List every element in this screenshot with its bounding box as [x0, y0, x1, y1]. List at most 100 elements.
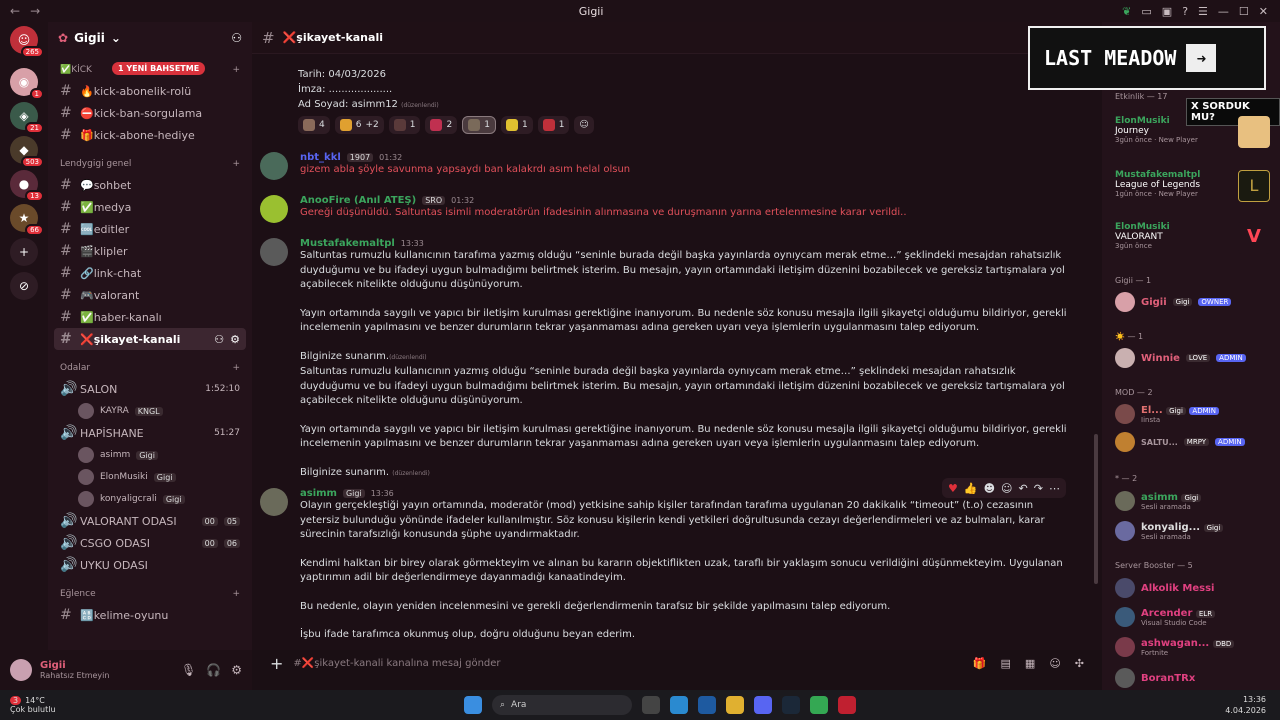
- reaction[interactable]: 2: [425, 116, 458, 134]
- voice-csgo[interactable]: 🔊 CSGO ODASI 00 06: [54, 532, 246, 554]
- explore-icon[interactable]: ⊘: [10, 272, 38, 300]
- emoji-icon[interactable]: ☺: [1049, 657, 1060, 670]
- weather-widget[interactable]: 3 14°C Çok bulutlu: [0, 696, 120, 714]
- author-name[interactable]: asimm: [300, 488, 337, 499]
- voice-uyku[interactable]: 🔊 UYKU ODASI: [54, 554, 246, 576]
- server-icon-1[interactable]: ◉ 1: [10, 68, 44, 100]
- activity-card[interactable]: ElonMusiki VALORANT 3gün önce V: [1115, 222, 1270, 254]
- reaction[interactable]: 1: [462, 116, 496, 134]
- channel-kick-ban[interactable]: # ⛔kick-ban-sorgulama: [54, 102, 246, 124]
- avatar[interactable]: [10, 659, 32, 681]
- forward-icon[interactable]: ↷: [1034, 482, 1043, 495]
- add-channel-icon[interactable]: +: [232, 589, 240, 599]
- member-item[interactable]: ashwagan... DBD Fortnite: [1115, 636, 1275, 657]
- reaction[interactable]: 1: [500, 116, 533, 134]
- member-item[interactable]: BoranTRx: [1115, 668, 1275, 688]
- discord-icon[interactable]: [754, 696, 772, 714]
- member-item[interactable]: Winnie LOVE ADMIN: [1115, 348, 1275, 368]
- category-eglence[interactable]: Eğlence +: [48, 584, 252, 604]
- edge-icon[interactable]: [670, 696, 688, 714]
- member-item[interactable]: El... Gigi ADMIN Iinsta: [1115, 403, 1275, 424]
- server-icon-2[interactable]: ◈ 21: [10, 102, 44, 134]
- add-channel-icon[interactable]: +: [232, 65, 240, 75]
- channel-valorant[interactable]: # 🎮valorant: [54, 284, 246, 306]
- gif-icon[interactable]: ▤: [1001, 657, 1011, 670]
- member-item[interactable]: asimm Gigi Sesli aramada: [1115, 490, 1275, 511]
- minimize-icon[interactable]: —: [1218, 5, 1229, 18]
- forward-arrow-icon[interactable]: →: [30, 4, 40, 18]
- channel-medya[interactable]: # ✅medya: [54, 196, 246, 218]
- activity-card[interactable]: Mustafakemaltpl League of Legends 1gün ö…: [1115, 170, 1270, 202]
- new-mentions-pill[interactable]: 1 YENİ BAHSETME: [112, 62, 206, 75]
- leaf-icon[interactable]: ❦: [1122, 5, 1131, 18]
- add-server-icon[interactable]: +: [10, 238, 38, 266]
- headphones-icon[interactable]: 🎧: [206, 663, 221, 677]
- category-genel[interactable]: Lendygigi genel +: [48, 154, 252, 174]
- microphone-icon[interactable]: 🎙: [181, 663, 196, 677]
- reaction[interactable]: 1: [388, 116, 421, 134]
- author-name[interactable]: AnooFire (Anıl ATEŞ): [300, 195, 416, 206]
- activity-card[interactable]: ElonMusiki Journey 3gün önce · New Playe…: [1115, 116, 1270, 148]
- sticker-icon[interactable]: ▦: [1025, 657, 1035, 670]
- author-name[interactable]: Mustafakemaltpl: [300, 238, 395, 249]
- member-item[interactable]: konyalig... Gigi Sesli aramada: [1115, 520, 1275, 541]
- channel-kelime-oyunu[interactable]: # 🔠kelime-oyunu: [54, 604, 246, 626]
- category-odalar[interactable]: Odalar +: [48, 358, 252, 378]
- inbox-icon[interactable]: ▣: [1162, 5, 1172, 18]
- gear-icon[interactable]: ⚙: [230, 333, 240, 346]
- voice-valorant[interactable]: 🔊 VALORANT ODASI 00 05: [54, 510, 246, 532]
- reaction[interactable]: 6 +2: [334, 116, 384, 134]
- add-reaction-button[interactable]: ☺: [574, 116, 594, 134]
- invite-icon[interactable]: ⚇: [214, 333, 224, 346]
- store-icon[interactable]: [698, 696, 716, 714]
- heart-reaction-icon[interactable]: ♥: [948, 482, 958, 495]
- member-item[interactable]: Arcender ELR Visual Studio Code: [1115, 606, 1275, 627]
- avatar[interactable]: [260, 488, 288, 516]
- add-reaction-icon[interactable]: ☺: [1001, 482, 1012, 495]
- gift-icon[interactable]: 🎁: [973, 657, 987, 670]
- channel-kick-hediye[interactable]: # 🎁kick-abone-hediye: [54, 124, 246, 146]
- reaction[interactable]: 1: [537, 116, 570, 134]
- gear-icon[interactable]: ⚙: [231, 663, 242, 677]
- message-input[interactable]: #❌şikayet-kanali kanalına mesaj gönder: [293, 658, 962, 669]
- close-icon[interactable]: ✕: [1259, 5, 1268, 18]
- channel-sikayet[interactable]: # ❌şikayet-kanali ⚇ ⚙: [54, 328, 246, 350]
- member-item[interactable]: SALTU... MRPY ADMIN: [1115, 432, 1275, 452]
- home-discord-icon[interactable]: ☺ 265: [10, 26, 44, 58]
- server-icon-3[interactable]: ◆ 503: [10, 136, 44, 168]
- apps-icon[interactable]: ✣: [1075, 657, 1084, 670]
- author-name[interactable]: nbt_kkl: [300, 152, 341, 163]
- member-item[interactable]: Gigii Gigi OWNER: [1115, 292, 1275, 312]
- reply-icon[interactable]: ↶: [1019, 482, 1028, 495]
- add-channel-icon[interactable]: +: [232, 159, 240, 169]
- list-icon[interactable]: ☰: [1198, 5, 1208, 18]
- task-view-icon[interactable]: [642, 696, 660, 714]
- server-icon-5[interactable]: ★ 66: [10, 204, 44, 236]
- file-explorer-icon[interactable]: [726, 696, 744, 714]
- plus-icon[interactable]: +: [270, 654, 283, 673]
- voice-user[interactable]: ElonMusiki Gigi: [48, 466, 252, 488]
- member-item[interactable]: Alkolik Messi: [1115, 578, 1275, 598]
- avatar[interactable]: [260, 152, 288, 180]
- avatar[interactable]: [260, 195, 288, 223]
- maximize-icon[interactable]: ☐: [1239, 5, 1249, 18]
- windows-start-icon[interactable]: [464, 696, 482, 714]
- avatar[interactable]: [260, 238, 288, 266]
- chrome-icon[interactable]: [810, 696, 828, 714]
- channel-kick-abonelik[interactable]: # 🔥kick-abonelik-rolü: [54, 80, 246, 102]
- thumbs-up-icon[interactable]: 👍: [964, 482, 978, 495]
- channel-sohbet[interactable]: # 💬sohbet: [54, 174, 246, 196]
- app-icon[interactable]: [838, 696, 856, 714]
- channel-link-chat[interactable]: # 🔗link-chat: [54, 262, 246, 284]
- reaction[interactable]: 4: [298, 116, 330, 134]
- system-clock[interactable]: 13:36 4.04.2026: [1200, 694, 1280, 716]
- server-header[interactable]: ✿ Gigii ⌄ ⚇: [48, 22, 252, 54]
- invite-icon[interactable]: ⚇: [231, 31, 242, 45]
- server-icon-4[interactable]: ● 13: [10, 170, 44, 202]
- voice-user[interactable]: asimm Gigi: [48, 444, 252, 466]
- more-icon[interactable]: ⋯: [1049, 482, 1060, 495]
- voice-user[interactable]: KAYRA KNGL: [48, 400, 252, 422]
- grin-icon[interactable]: ☻: [984, 482, 995, 495]
- voice-user[interactable]: konyaligcrali Gigi: [48, 488, 252, 510]
- voice-salon[interactable]: 🔊 SALON 1:52:10: [54, 378, 246, 400]
